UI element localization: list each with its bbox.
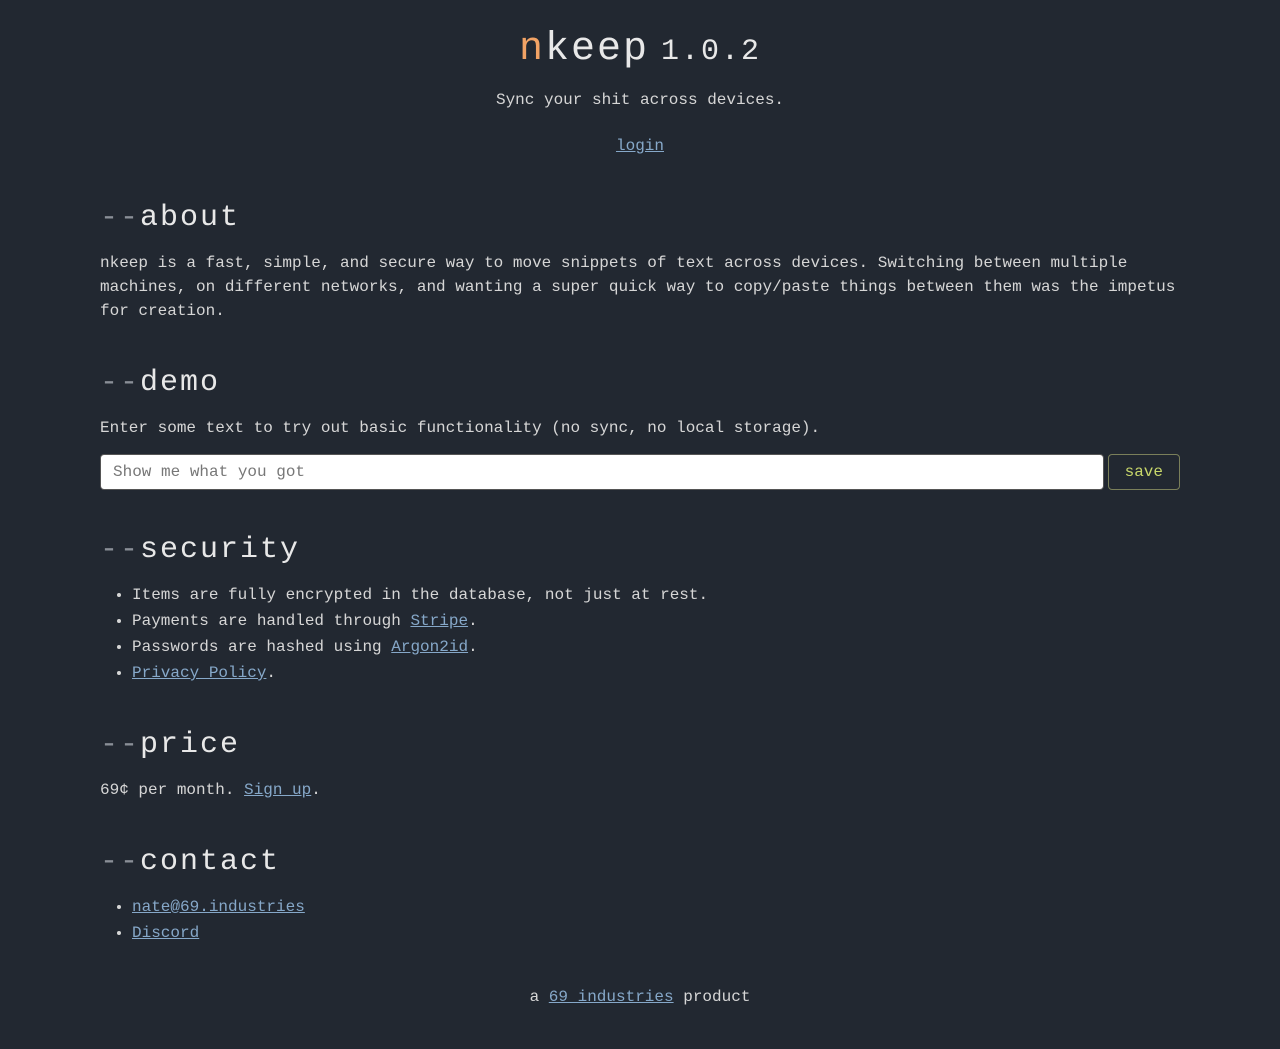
demo-intro: Enter some text to try out basic functio… (100, 416, 1180, 440)
contact-heading: --contact (100, 840, 1180, 885)
title-rest: keep (545, 27, 649, 72)
title-n: n (519, 27, 545, 72)
header: nkeep 1.0.2 Sync your shit across devices… (100, 20, 1180, 158)
about-heading: --about (100, 196, 1180, 241)
stripe-link[interactable]: Stripe (410, 612, 468, 630)
security-list: Items are fully encrypted in the databas… (100, 583, 1180, 685)
list-item: Discord (132, 921, 1180, 945)
list-item: Payments are handled through Stripe. (132, 609, 1180, 633)
version-label: 1.0.2 (661, 35, 761, 69)
list-item: nate@69.industries (132, 895, 1180, 919)
demo-input[interactable] (100, 454, 1104, 490)
security-heading: --security (100, 528, 1180, 573)
save-button[interactable]: save (1108, 454, 1180, 490)
demo-row: save (100, 454, 1180, 490)
page-title: nkeep 1.0.2 (100, 20, 1180, 80)
price-text: 69¢ per month. Sign up. (100, 778, 1180, 802)
privacy-policy-link[interactable]: Privacy Policy (132, 664, 266, 682)
tagline: Sync your shit across devices. (100, 88, 1180, 112)
list-item: Items are fully encrypted in the databas… (132, 583, 1180, 607)
company-link[interactable]: 69 industries (549, 988, 674, 1006)
footer: a 69 industries product (100, 985, 1180, 1009)
login-link[interactable]: login (616, 137, 664, 155)
signup-link[interactable]: Sign up (244, 781, 311, 799)
contact-list: nate@69.industries Discord (100, 895, 1180, 945)
list-item: Privacy Policy. (132, 661, 1180, 685)
price-heading: --price (100, 723, 1180, 768)
list-item: Passwords are hashed using Argon2id. (132, 635, 1180, 659)
argon2id-link[interactable]: Argon2id (391, 638, 468, 656)
discord-link[interactable]: Discord (132, 924, 199, 942)
demo-heading: --demo (100, 361, 1180, 406)
email-link[interactable]: nate@69.industries (132, 898, 305, 916)
about-body: nkeep is a fast, simple, and secure way … (100, 251, 1180, 323)
